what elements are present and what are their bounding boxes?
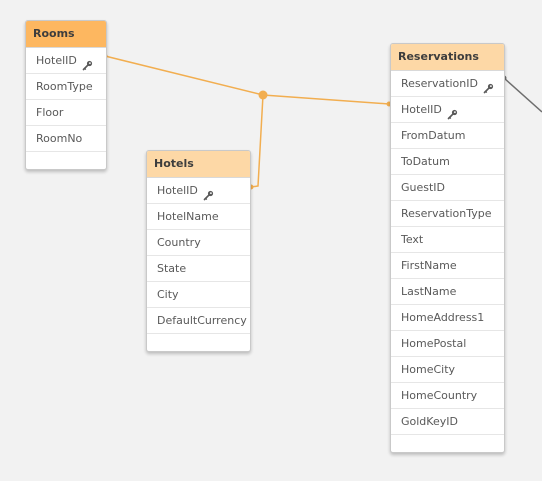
- field-list: HotelID RoomType Floor RoomNo: [26, 48, 106, 169]
- field-reservations-reservationid[interactable]: ReservationID: [391, 71, 504, 97]
- field-label: ToDatum: [401, 155, 450, 168]
- field-hotels-hotelname[interactable]: HotelName: [147, 204, 250, 230]
- field-label: HotelID: [36, 54, 77, 67]
- table-header-rooms[interactable]: Rooms: [26, 21, 106, 48]
- field-label: HomePostal: [401, 337, 467, 350]
- key-icon: [483, 78, 494, 94]
- link-junction-dot: [258, 90, 268, 100]
- key-icon: [82, 55, 93, 71]
- link-rooms-hotelid: [104, 55, 264, 96]
- field-label: ReservationType: [401, 207, 492, 220]
- field-reservations-lastname[interactable]: LastName: [391, 279, 504, 305]
- field-reservations-fromdatum[interactable]: FromDatum: [391, 123, 504, 149]
- field-label: DefaultCurrency: [157, 314, 247, 327]
- field-label: GoldKeyID: [401, 415, 458, 428]
- field-reservations-homecity[interactable]: HomeCity: [391, 357, 504, 383]
- field-reservations-homecountry[interactable]: HomeCountry: [391, 383, 504, 409]
- field-label: FromDatum: [401, 129, 466, 142]
- field-label: HomeCountry: [401, 389, 478, 402]
- field-label: RoomType: [36, 80, 93, 93]
- field-hotels-defaultcurrency[interactable]: DefaultCurrency: [147, 308, 250, 334]
- field-label: City: [157, 288, 179, 301]
- field-list: HotelID HotelName Country State City DefaultC…: [147, 178, 250, 351]
- table-header-reservations[interactable]: Reservations: [391, 44, 504, 71]
- field-list-end: [26, 152, 106, 169]
- field-reservations-reservationtype[interactable]: ReservationType: [391, 201, 504, 227]
- field-list: ReservationID HotelID FromDatum ToDatum Gues…: [391, 71, 504, 452]
- field-label: FirstName: [401, 259, 457, 272]
- table-reservations[interactable]: Reservations ReservationID HotelID FromDat…: [390, 43, 505, 453]
- field-label: HotelID: [157, 184, 198, 197]
- field-label: Country: [157, 236, 201, 249]
- field-rooms-roomno[interactable]: RoomNo: [26, 126, 106, 152]
- field-hotels-state[interactable]: State: [147, 256, 250, 282]
- link-reservations-offscreen: [503, 77, 542, 113]
- key-icon: [203, 185, 214, 201]
- table-rooms[interactable]: Rooms HotelID RoomType Floor RoomNo: [25, 20, 107, 170]
- table-header-hotels[interactable]: Hotels: [147, 151, 250, 178]
- field-label: ReservationID: [401, 77, 478, 90]
- field-label: State: [157, 262, 187, 275]
- link-hotels-hotelid: [250, 94, 264, 188]
- field-label: HomeCity: [401, 363, 456, 376]
- field-rooms-hotelid[interactable]: HotelID: [26, 48, 106, 74]
- field-reservations-homepostal[interactable]: HomePostal: [391, 331, 504, 357]
- field-label: GuestID: [401, 181, 446, 194]
- field-reservations-goldkeyid[interactable]: GoldKeyID: [391, 409, 504, 435]
- field-label: HotelName: [157, 210, 219, 223]
- field-label: HotelID: [401, 103, 442, 116]
- field-reservations-hotelid[interactable]: HotelID: [391, 97, 504, 123]
- field-hotels-city[interactable]: City: [147, 282, 250, 308]
- field-reservations-guestid[interactable]: GuestID: [391, 175, 504, 201]
- field-hotels-country[interactable]: Country: [147, 230, 250, 256]
- field-list-end: [391, 435, 504, 452]
- table-hotels[interactable]: Hotels HotelID HotelName Country State City D…: [146, 150, 251, 352]
- field-reservations-homeaddress1[interactable]: HomeAddress1: [391, 305, 504, 331]
- field-rooms-roomtype[interactable]: RoomType: [26, 74, 106, 100]
- key-icon: [447, 104, 458, 120]
- field-hotels-hotelid[interactable]: HotelID: [147, 178, 250, 204]
- link-reservations-hotelid: [262, 94, 390, 105]
- field-reservations-text[interactable]: Text: [391, 227, 504, 253]
- field-label: HomeAddress1: [401, 311, 485, 324]
- field-reservations-todatum[interactable]: ToDatum: [391, 149, 504, 175]
- field-rooms-floor[interactable]: Floor: [26, 100, 106, 126]
- field-label: LastName: [401, 285, 457, 298]
- field-label: Text: [401, 233, 424, 246]
- data-model-canvas[interactable]: Rooms HotelID RoomType Floor RoomNo Hotels …: [0, 0, 542, 481]
- field-reservations-firstname[interactable]: FirstName: [391, 253, 504, 279]
- field-label: Floor: [36, 106, 64, 119]
- field-label: RoomNo: [36, 132, 83, 145]
- field-list-end: [147, 334, 250, 351]
